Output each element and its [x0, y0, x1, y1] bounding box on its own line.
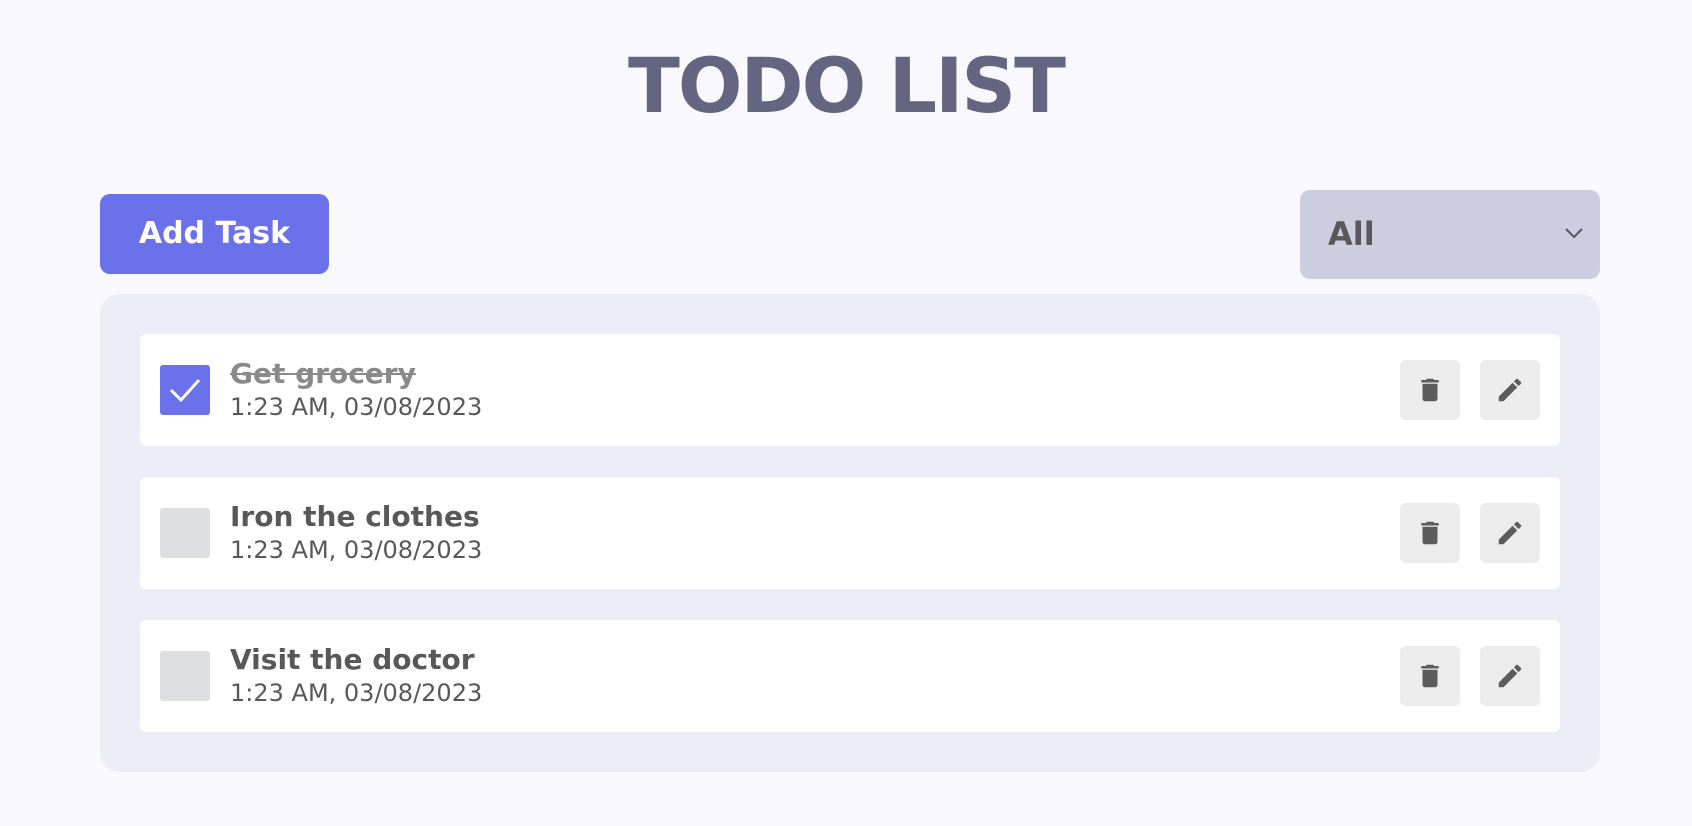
check-icon [169, 378, 201, 403]
todo-list: Get grocery 1:23 AM, 03/08/2023 Iron the… [100, 294, 1600, 772]
trash-icon [1421, 664, 1439, 688]
todo-item: Visit the doctor 1:23 AM, 03/08/2023 [140, 620, 1560, 732]
pencil-icon [1498, 378, 1522, 402]
todo-checkbox[interactable] [160, 508, 210, 558]
delete-button[interactable] [1400, 360, 1460, 420]
todo-time: 1:23 AM, 03/08/2023 [230, 536, 483, 564]
todo-checkbox[interactable] [160, 651, 210, 701]
edit-button[interactable] [1480, 503, 1540, 563]
todo-checkbox[interactable] [160, 365, 210, 415]
chevron-down-icon [1565, 228, 1583, 239]
page-title: TODO LIST [628, 41, 1066, 130]
todo-text: Get grocery 1:23 AM, 03/08/2023 [230, 356, 482, 422]
todo-text: Visit the doctor 1:23 AM, 03/08/2023 [230, 642, 482, 708]
edit-button[interactable] [1480, 646, 1540, 706]
todo-item: Iron the clothes 1:23 AM, 03/08/2023 [140, 477, 1560, 589]
trash-icon [1421, 378, 1439, 402]
todo-time: 1:23 AM, 03/08/2023 [230, 393, 483, 421]
todo-item: Get grocery 1:23 AM, 03/08/2023 [140, 334, 1560, 446]
trash-icon [1421, 521, 1439, 545]
todo-time: 1:23 AM, 03/08/2023 [230, 679, 483, 707]
pencil-icon [1498, 664, 1522, 688]
todo-title: Get grocery [230, 357, 416, 390]
todo-app: TODO LIST Add Task All Get grocery 1:23 … [0, 0, 1692, 826]
filter-selected-value: All [1328, 215, 1375, 253]
delete-button[interactable] [1400, 503, 1460, 563]
add-task-button[interactable]: Add Task [100, 194, 329, 274]
todo-title: Iron the clothes [230, 500, 480, 533]
todo-text: Iron the clothes 1:23 AM, 03/08/2023 [230, 499, 482, 565]
delete-button[interactable] [1400, 646, 1460, 706]
edit-button[interactable] [1480, 360, 1540, 420]
pencil-icon [1498, 521, 1522, 545]
todo-title: Visit the doctor [230, 643, 475, 676]
status-filter-select[interactable]: All [1300, 190, 1600, 279]
